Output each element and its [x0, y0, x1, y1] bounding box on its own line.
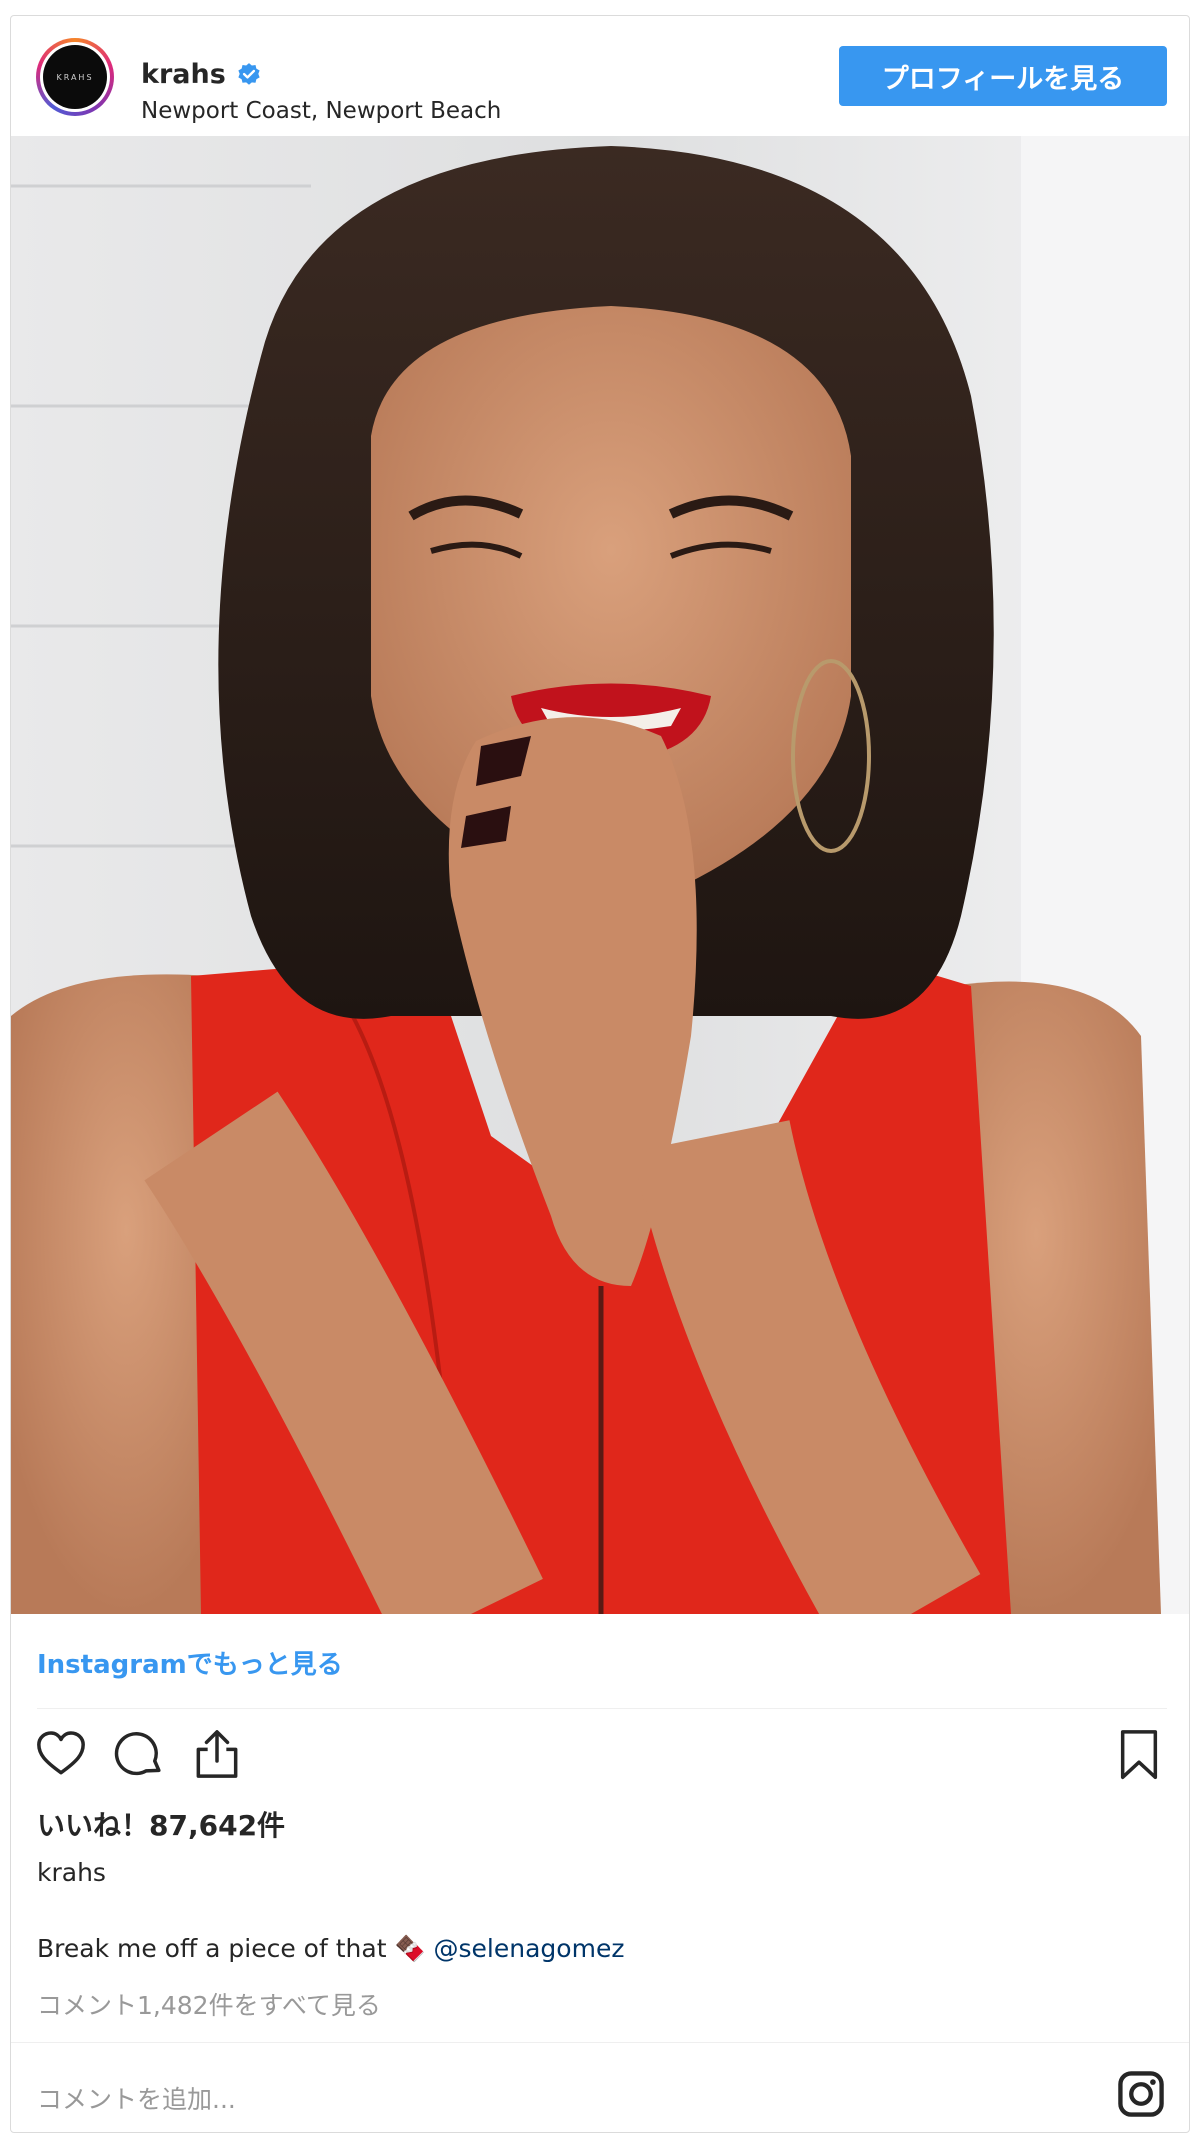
bookmark-icon[interactable]	[1111, 1726, 1167, 1782]
instagram-embed-card: KRAHS krahs Newport Coast, Newport Beach…	[10, 15, 1190, 2133]
mention-link[interactable]: @selenagomez	[434, 1934, 625, 1963]
caption: Break me off a piece of that 🍫 @selenago…	[37, 1934, 624, 1964]
divider	[11, 2042, 1189, 2043]
heart-icon[interactable]	[33, 1726, 89, 1782]
location-link[interactable]: Newport Coast, Newport Beach	[141, 98, 501, 124]
like-count[interactable]: いいね！87,642件	[37, 1804, 285, 1844]
divider	[37, 1708, 1167, 1709]
post-photo[interactable]	[11, 136, 1189, 1614]
post-header: KRAHS krahs Newport Coast, Newport Beach…	[11, 16, 1189, 136]
view-all-comments-link[interactable]: コメント1,482件をすべて見る	[37, 1986, 381, 2022]
view-more-on-instagram-link[interactable]: Instagramでもっと見る	[37, 1644, 343, 1681]
share-icon[interactable]	[189, 1726, 245, 1782]
caption-text: Break me off a piece of that 🍫	[37, 1934, 434, 1963]
view-profile-button[interactable]: プロフィールを見る	[839, 46, 1167, 106]
action-bar	[11, 1726, 1189, 1786]
username[interactable]: krahs	[141, 59, 226, 90]
owner-username[interactable]: krahs	[37, 1858, 106, 1887]
verified-badge-icon	[238, 62, 260, 85]
avatar-image: KRAHS	[43, 45, 107, 109]
avatar[interactable]: KRAHS	[36, 38, 114, 116]
comment-icon[interactable]	[111, 1726, 167, 1782]
instagram-icon[interactable]	[1115, 2068, 1167, 2120]
add-comment-input[interactable]: コメントを追加...	[37, 2080, 236, 2116]
